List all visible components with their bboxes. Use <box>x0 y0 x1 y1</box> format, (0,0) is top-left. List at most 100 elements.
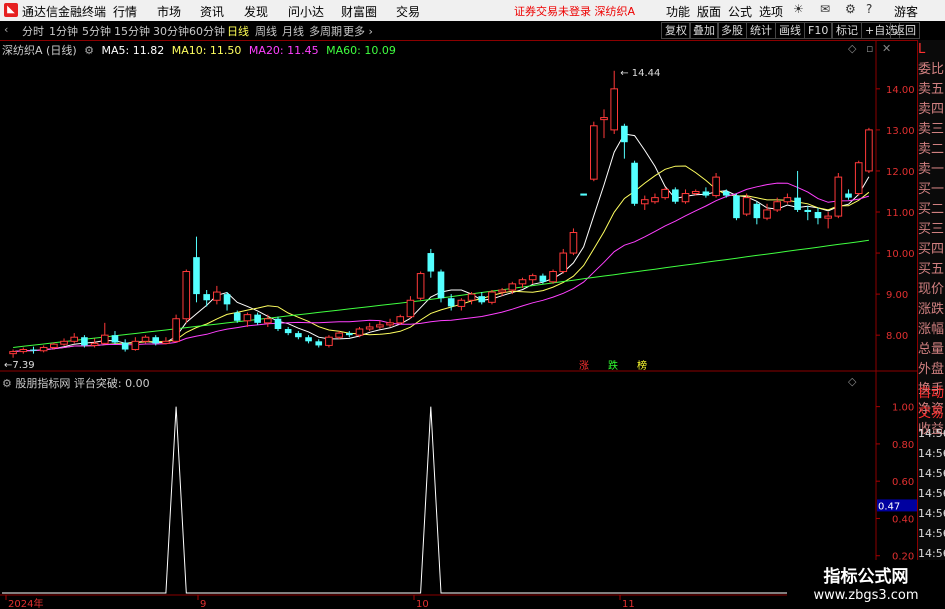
candle-body <box>111 335 119 343</box>
trade-time: 14:56 <box>918 427 945 440</box>
candle-body <box>325 336 333 346</box>
indicator-tick-label: 1.00 <box>892 403 914 414</box>
indicator-value-label: 0.47 <box>878 501 900 512</box>
flag-label: 跌 <box>608 359 618 372</box>
candle-body <box>478 296 486 303</box>
candle-body <box>254 314 261 323</box>
watermark-url: www.zbgs3.com <box>813 588 919 603</box>
trade-time: 14:56 <box>918 447 945 460</box>
quote-panel-label: 买四 <box>918 242 945 257</box>
price-tick-label: 8.00 <box>886 331 908 342</box>
quote-panel-label: 卖二 <box>918 142 945 157</box>
candle-body <box>427 253 435 272</box>
candle-body <box>193 257 200 295</box>
candle-body <box>172 318 180 342</box>
date-tick-label: 2024年 <box>8 597 43 609</box>
candle-body <box>100 334 109 344</box>
price-tick-label: 12.00 <box>886 167 915 178</box>
candle-body <box>702 191 710 196</box>
candle-body <box>60 340 68 345</box>
candle-body <box>182 271 191 320</box>
candle-body <box>569 232 578 254</box>
indicator-tick-label: 0.80 <box>892 440 914 451</box>
ma5-line <box>13 133 870 353</box>
candle-body <box>203 294 210 301</box>
date-tick-label: 10 <box>416 599 429 609</box>
trade-time: 14:56 <box>918 527 945 540</box>
quote-panel-label: 委比 <box>918 62 945 77</box>
candle-body <box>305 337 312 342</box>
quote-panel-label: 卖三 <box>918 122 945 137</box>
candle-body <box>376 324 384 328</box>
candle-body <box>315 341 323 346</box>
candle-body <box>854 162 863 195</box>
candle-body <box>152 337 160 344</box>
candle-body <box>559 252 568 273</box>
trade-time: 14:56 <box>918 507 945 520</box>
price-tick-label: 13.00 <box>886 126 915 137</box>
quote-panel-label: 外盘 <box>918 362 945 377</box>
candle-body <box>213 291 221 301</box>
candle-body <box>865 129 873 172</box>
right-quote-panel: L 委比 卖五 卖四 卖三 卖二 卖一 买一 买二 买三 买四 买五 现价 涨跌 涨幅 总量 外盘 换手 净资 收益 … <box>917 40 945 609</box>
high-price-label: ← 14.44 <box>620 68 660 79</box>
candle-body <box>39 346 48 352</box>
candle-body <box>631 162 638 204</box>
indicator-line <box>2 406 876 594</box>
candle-body <box>845 193 852 198</box>
candle-body <box>681 193 690 203</box>
candle-body <box>824 215 832 219</box>
price-tick-label: 14.00 <box>886 85 915 96</box>
candle-body <box>284 329 292 334</box>
kline-chart[interactable]: 14.00 13.00 12.00 11.00 10.00 9.00 8.00 1.00 0.8… <box>0 0 945 609</box>
quote-panel-label: 卖四 <box>918 102 945 117</box>
candle-body <box>263 318 272 324</box>
candle-body <box>121 342 129 350</box>
candle-body <box>498 289 506 293</box>
trade-label: 交易 <box>918 406 945 421</box>
candle-body <box>600 117 608 121</box>
price-tick-label: 11.00 <box>886 208 915 219</box>
date-tick-label: 9 <box>200 599 206 609</box>
trade-time: 14:56 <box>918 467 945 480</box>
candle-body <box>783 197 792 203</box>
candle-body <box>295 333 302 338</box>
indicator-tick-label: 0.40 <box>892 514 914 525</box>
quote-panel-label: 买三 <box>918 222 945 237</box>
candle-body <box>345 333 353 336</box>
candle-body <box>355 328 364 336</box>
watermark: 指标公式网 www.zbgs3.com <box>787 560 945 609</box>
candle-body <box>610 88 619 131</box>
candle-body <box>30 349 37 351</box>
candle-body <box>549 271 557 283</box>
candle-body <box>661 188 669 199</box>
ma10-line <box>13 165 870 353</box>
candle-body <box>753 203 761 219</box>
low-price-label: ←7.39 <box>4 360 35 371</box>
candle-body <box>9 351 17 355</box>
candle-body <box>274 318 282 329</box>
candle-body <box>141 336 150 342</box>
candle-body <box>691 190 700 195</box>
quote-panel-label: 现价 <box>918 282 945 297</box>
candle-body <box>243 314 252 322</box>
candle-body <box>580 193 587 196</box>
quote-panel-label: 买一 <box>918 182 945 197</box>
watermark-title: 指标公式网 <box>823 567 909 587</box>
candle-body <box>518 279 527 285</box>
candle-body <box>233 312 241 321</box>
candle-body <box>406 299 415 318</box>
quote-panel-label: 卖一 <box>918 162 945 177</box>
trade-label: 自动 <box>918 386 945 401</box>
candle-body <box>70 336 79 342</box>
candle-body <box>621 125 628 143</box>
ma20-line <box>13 182 870 353</box>
candle-body <box>804 209 812 212</box>
flag-label: 涨 <box>579 360 589 372</box>
candle-body <box>416 273 425 299</box>
candle-body <box>508 283 517 291</box>
candle-body <box>50 343 58 348</box>
candle-body <box>488 291 496 303</box>
quote-panel-label: 卖五 <box>918 82 945 97</box>
candle-body <box>457 299 466 307</box>
